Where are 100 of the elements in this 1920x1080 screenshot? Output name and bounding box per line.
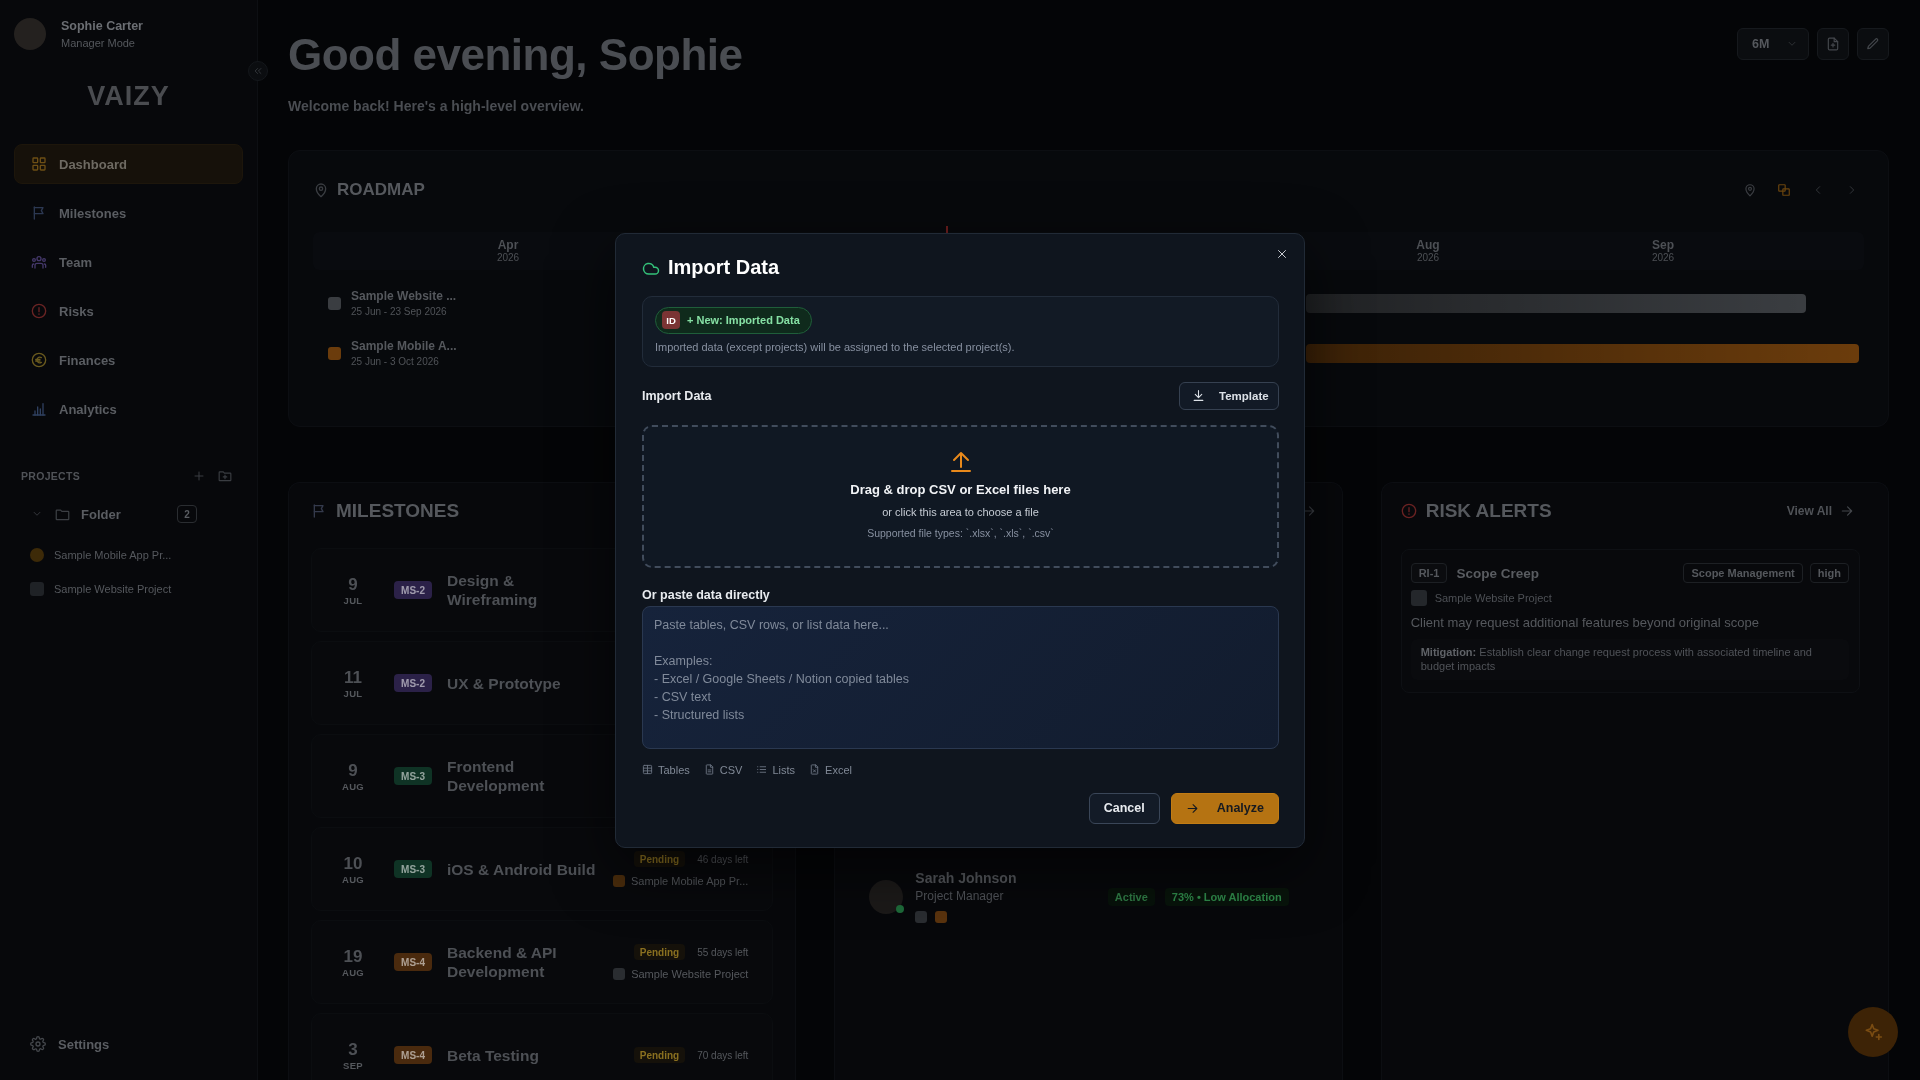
close-icon — [1276, 247, 1288, 260]
project-name: Sample Website ... — [351, 288, 457, 304]
milestone-day: 10 — [343, 853, 363, 874]
status-badge: Pending — [633, 944, 686, 960]
project-tag[interactable]: ID + New: Imported Data — [655, 306, 812, 334]
days-left: 70 days left — [697, 1049, 749, 1061]
risk-code: RI-1 — [1410, 563, 1448, 583]
alert-circle-icon — [1400, 503, 1417, 519]
file-drop-zone[interactable]: Drag & drop CSV or Excel files here or click this area to choose a file Supported file types: `.xlsx`, `.xls`, `.csv` — [642, 424, 1279, 568]
month-year: 2026 — [1416, 252, 1440, 264]
dashboard-grid-icon — [31, 156, 47, 172]
project-name: Sample Mobile App Pr... — [630, 875, 749, 887]
sidebar-item[interactable]: Finances — [14, 340, 243, 380]
logo: VAIZY — [86, 85, 171, 108]
user-role: Manager Mode — [61, 35, 136, 50]
member-name: Sarah Johnson — [915, 870, 1017, 887]
milestone-month: SEP — [343, 1059, 363, 1071]
format-label: Excel — [825, 763, 852, 776]
sidebar-item[interactable]: Risks — [14, 291, 243, 331]
milestone-row[interactable]: 3 SEP MS-4 Beta Testing Pending 70 days left — [311, 1013, 774, 1080]
template-button[interactable]: Template — [1179, 381, 1279, 410]
milestone-code: MS-3 — [394, 860, 432, 878]
status-badge: Pending — [633, 1047, 686, 1063]
arrow-right-icon — [1840, 504, 1854, 518]
collapse-sidebar-button[interactable] — [248, 61, 268, 81]
milestone-code: MS-4 — [394, 953, 432, 971]
milestone-title: Backend & API Development — [447, 943, 558, 981]
arrow-right-icon — [1185, 801, 1199, 815]
format-label: Tables — [658, 763, 690, 776]
project-name: Sample Mobile A... — [351, 338, 457, 354]
risk-title: Scope Creep — [1456, 565, 1539, 581]
count-badge: 2 — [177, 505, 197, 523]
milestone-day: 9 — [348, 574, 358, 595]
section-title: PROJECTS — [21, 470, 80, 482]
format-label: CSV — [719, 763, 743, 776]
folder-item[interactable]: Folder 2 — [14, 502, 243, 526]
month-year: 2026 — [1651, 252, 1675, 264]
folder-icon — [55, 506, 70, 522]
milestone-title: UX & Prototype — [447, 673, 562, 693]
timeline-bar[interactable] — [1306, 343, 1859, 363]
days-left: 55 days left — [697, 946, 749, 958]
settings-item[interactable]: Settings — [14, 1032, 243, 1056]
sparkle-icon — [1863, 1022, 1883, 1042]
document-icon — [1826, 37, 1840, 51]
greeting-heading: Good evening, Sophie — [288, 29, 743, 81]
sidebar-item[interactable]: Dashboard — [14, 144, 243, 184]
download-icon — [1192, 389, 1205, 402]
member-role: Project Manager — [915, 889, 1005, 904]
user-name: Sophie Carter — [61, 18, 143, 34]
field-label: Or paste data directly — [642, 586, 771, 603]
pencil-icon — [1866, 37, 1880, 51]
flag-icon — [31, 205, 47, 221]
project-initials-badge: ID — [662, 311, 680, 329]
file-x-icon — [809, 764, 821, 775]
avatar-circle — [14, 18, 46, 50]
status-badge: Pending — [633, 851, 686, 867]
sidebar-item[interactable]: Milestones — [14, 193, 243, 233]
upload-icon — [948, 449, 973, 474]
milestone-day: 11 — [344, 667, 362, 688]
plus-icon — [193, 470, 205, 482]
date-range: 25 Jun - 23 Sep 2026 — [351, 304, 448, 318]
chevron-right-icon — [1847, 185, 1857, 195]
folder-plus-icon — [218, 469, 232, 483]
export-button[interactable] — [1817, 28, 1849, 60]
cancel-button[interactable]: Cancel — [1088, 792, 1160, 824]
table-icon — [642, 764, 653, 775]
project-name: Sample Website Project — [1434, 592, 1552, 604]
list-icon — [756, 764, 768, 775]
month-year: 2026 — [496, 252, 520, 264]
milestone-day: 19 — [343, 946, 363, 967]
milestone-month: AUG — [342, 780, 364, 792]
sidebar-item[interactable]: Analytics — [14, 389, 243, 429]
milestone-code: MS-2 — [394, 674, 432, 692]
edit-button[interactable] — [1857, 28, 1889, 60]
project-item[interactable]: Sample Website Project — [14, 578, 243, 600]
info-note: Imported data (except projects) will be assigned to the selected project(s). — [655, 339, 1016, 354]
milestone-code: MS-2 — [394, 581, 432, 599]
milestone-title: iOS & Android Build — [447, 859, 597, 879]
section-label: Import Data — [642, 388, 712, 403]
risk-item[interactable] — [1400, 549, 1860, 693]
milestone-code: MS-4 — [394, 1046, 432, 1064]
milestone-code: MS-3 — [394, 767, 432, 785]
allocation-badge: 73% • Low Allocation — [1164, 887, 1289, 906]
milestone-title: Beta Testing — [447, 1045, 540, 1065]
milestone-month: JUL — [343, 687, 363, 699]
card-title: MILESTONES — [336, 500, 460, 522]
project-item[interactable]: Sample Mobile App Pr... — [14, 544, 243, 566]
paste-data-field[interactable]: Paste tables, CSV rows, or list data here... Examples: - Excel / Google Sheets / Notion copied tables - CSV text - Structured lists — [642, 605, 1279, 749]
range-dropdown[interactable]: 6M — [1737, 28, 1809, 60]
people-icon — [31, 254, 47, 270]
map-pin-icon — [1743, 183, 1757, 197]
timeline-bar[interactable] — [1306, 293, 1806, 313]
view-all-link[interactable]: View All — [1786, 504, 1854, 518]
map-pin-icon — [313, 182, 329, 198]
analyze-button[interactable]: Analyze — [1170, 792, 1279, 824]
alert-circle-icon — [31, 303, 47, 319]
sidebar-item[interactable]: Team — [14, 242, 243, 282]
date-range: 25 Jun - 3 Oct 2026 — [351, 354, 440, 368]
month-name: Aug — [1416, 238, 1440, 252]
milestone-row[interactable]: 19 AUG MS-4 Backend & API Development Pending 55 days left Sample Website Project — [311, 920, 774, 1004]
